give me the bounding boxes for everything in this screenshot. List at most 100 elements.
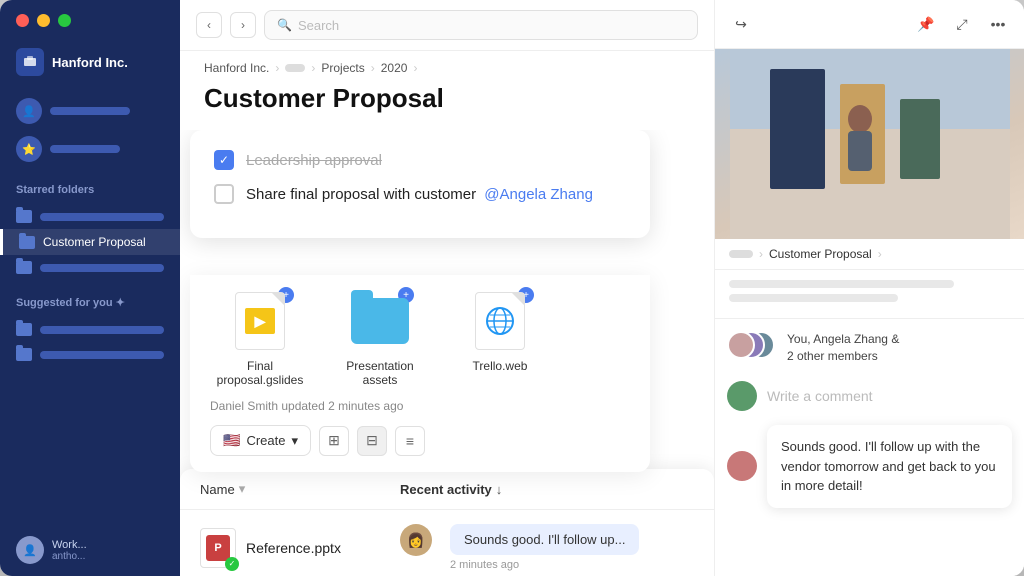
bottom-user-avatar: 👤: [16, 536, 44, 564]
suggested-icon-2: [16, 348, 32, 361]
file-item-web[interactable]: +: [450, 291, 550, 387]
breadcrumb-org[interactable]: Hanford Inc.: [204, 61, 269, 75]
pptx-file-wrap: P ✓ Reference.pptx: [200, 528, 400, 568]
file-item-folder[interactable]: + Presentation assets: [330, 291, 430, 387]
breadcrumb-sep1: ›: [275, 61, 279, 75]
preview-breadcrumb: › Customer Proposal ›: [715, 239, 1024, 270]
sidebar-folder-customer[interactable]: Customer Proposal: [0, 229, 180, 255]
check-badge-icon: ✓: [225, 557, 239, 571]
comment-bubble: Sounds good. I'll follow up with the ven…: [767, 425, 1012, 508]
comment-input-item: Write a comment: [727, 381, 1012, 411]
flag-icon: 🇺🇸: [223, 432, 240, 449]
folder-bar-1: [40, 213, 164, 221]
file-item-gslides[interactable]: + ▶ Final proposal.gslides: [210, 291, 310, 387]
preview-line-2: [729, 294, 898, 302]
sidebar-user-star: ⭐: [0, 130, 180, 168]
comment-group-label2: 2 other members: [787, 349, 878, 363]
create-chevron: ▾: [291, 433, 298, 449]
table-row[interactable]: P ✓ Reference.pptx 👩 Sounds good: [180, 510, 714, 576]
folder-bar-3: [40, 264, 164, 272]
checkbox-2[interactable]: [214, 184, 234, 204]
minimize-button[interactable]: [37, 14, 50, 27]
commenter-avatar: [727, 451, 757, 481]
sidebar-suggested-2[interactable]: [0, 342, 180, 367]
preview-sep2: ›: [878, 247, 882, 261]
top-toolbar: ‹ › 🔍 Search: [180, 0, 714, 51]
search-icon: 🔍: [277, 18, 292, 32]
user-avatar-person: 👤: [16, 98, 42, 124]
checkmark-icon: ✓: [219, 153, 229, 167]
checkbox-1[interactable]: ✓: [214, 150, 234, 170]
col-name-label: Name: [200, 482, 235, 497]
activity-avatar: 👩: [400, 524, 432, 556]
user-bar-1: [50, 107, 130, 115]
checklist-item-1: ✓ Leadership approval: [214, 150, 626, 170]
table-col-activity[interactable]: Recent activity ↓: [400, 481, 502, 497]
starred-folders-label: Starred folders: [0, 168, 180, 204]
preview-breadcrumb-dots[interactable]: [729, 250, 753, 258]
main-content: ‹ › 🔍 Search Hanford Inc. › › Projects ›…: [180, 0, 714, 576]
checklist-card: ✓ Leadership approval Share final propos…: [190, 130, 650, 238]
export-button[interactable]: ↪: [727, 10, 755, 38]
pin-button[interactable]: 📌: [912, 10, 940, 38]
preview-sep: ›: [759, 247, 763, 261]
files-toolbar: 🇺🇸 Create ▾ ⊞ ⊟ ≡: [210, 425, 630, 456]
sidebar-folder-1[interactable]: [0, 204, 180, 229]
file-label-folder: Presentation assets: [330, 359, 430, 387]
preview-text-lines: [715, 270, 1024, 318]
table-col-name[interactable]: Name ▾: [200, 481, 400, 497]
updated-text: Daniel Smith updated 2 minutes ago: [210, 399, 630, 413]
view-toggle-grid[interactable]: ⊟: [357, 426, 387, 456]
sidebar-suggested-1[interactable]: [0, 317, 180, 342]
breadcrumb-sep2: ›: [311, 61, 315, 75]
create-button[interactable]: 🇺🇸 Create ▾: [210, 425, 311, 456]
expand-button[interactable]: ⤢: [948, 10, 976, 38]
mac-window: Hanford Inc. 👤 ⭐ Starred folders Custome…: [0, 0, 1024, 576]
files-section: + ▶ Final proposal.gslides +: [190, 275, 650, 472]
more-button[interactable]: •••: [984, 10, 1012, 38]
fullscreen-button[interactable]: [58, 14, 71, 27]
preview-svg: [730, 49, 1010, 239]
comment-group-meta: You, Angela Zhang & 2 other members: [787, 331, 899, 367]
comments-section: You, Angela Zhang & 2 other members Writ…: [715, 318, 1024, 576]
checklist-label-2: Share final proposal with customer @Ange…: [246, 186, 593, 203]
right-panel: ↪ 📌 ⤢ •••: [714, 0, 1024, 576]
breadcrumb-dots[interactable]: [285, 64, 305, 72]
comment-bubble-item: Sounds good. I'll follow up with the ven…: [727, 425, 1012, 508]
current-user-avatar: [727, 381, 757, 411]
content-body: ✓ Leadership approval Share final propos…: [180, 130, 714, 576]
breadcrumb: Hanford Inc. › › Projects › 2020 ›: [180, 51, 714, 79]
gslides-icon-wrap: + ▶: [230, 291, 290, 351]
breadcrumb-year[interactable]: 2020: [381, 61, 408, 75]
comment-avatars: [727, 331, 777, 367]
sidebar-bottom-user[interactable]: 👤 Work... antho...: [0, 524, 180, 576]
forward-button[interactable]: ›: [230, 12, 256, 38]
bottom-user-sub: antho...: [52, 551, 87, 562]
pptx-icon: P ✓: [200, 528, 236, 568]
folder-icon-customer: [19, 236, 35, 249]
preview-line-1: [729, 280, 954, 288]
sidebar-folder-3[interactable]: [0, 255, 180, 280]
gslides-inner-icon: ▶: [245, 308, 275, 334]
suggested-label: Suggested for you ✦: [0, 280, 180, 317]
user-avatar-star: ⭐: [16, 136, 42, 162]
folder-icon-1: [16, 210, 32, 223]
sidebar-org[interactable]: Hanford Inc.: [0, 40, 180, 84]
search-placeholder: Search: [298, 18, 339, 33]
org-label: Hanford Inc.: [52, 55, 128, 70]
breadcrumb-projects[interactable]: Projects: [321, 61, 364, 75]
sidebar-user-person: 👤: [0, 92, 180, 130]
page-title: Customer Proposal: [180, 79, 714, 130]
close-button[interactable]: [16, 14, 29, 27]
view-toggle-grid-small[interactable]: ⊞: [319, 426, 349, 456]
preview-breadcrumb-text[interactable]: Customer Proposal: [769, 247, 872, 261]
preview-image: [715, 49, 1024, 239]
activity-text: Sounds good. I'll follow up...: [464, 532, 625, 547]
view-toggle-list[interactable]: ≡: [395, 426, 425, 456]
back-button[interactable]: ‹: [196, 12, 222, 38]
pptx-p-icon: P: [206, 535, 230, 561]
search-bar[interactable]: 🔍 Search: [264, 10, 698, 40]
checklist-prefix: Share final proposal with customer: [246, 186, 476, 203]
group-avatar-1: [727, 331, 755, 359]
comment-input[interactable]: Write a comment: [767, 388, 1012, 404]
